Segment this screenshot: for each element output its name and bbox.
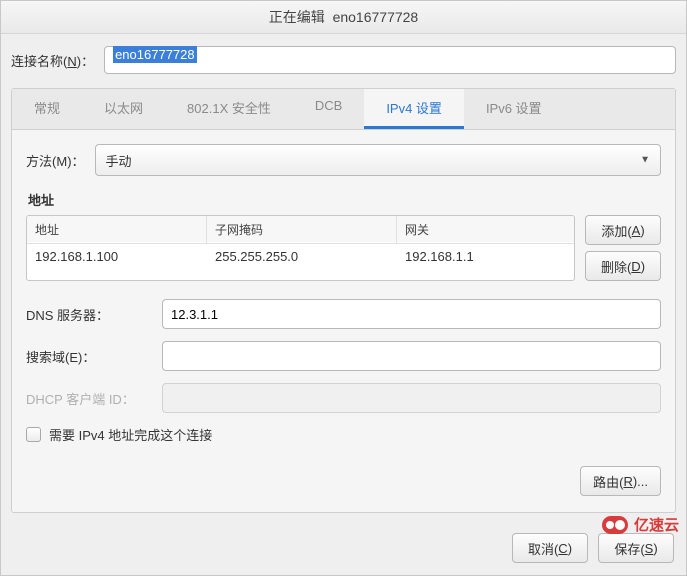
cancel-button[interactable]: 取消(C) [512, 533, 588, 563]
watermark-logo-icon [602, 516, 628, 534]
col-netmask: 子网掩码 [207, 216, 397, 244]
tab-general[interactable]: 常规 [12, 89, 82, 129]
connection-name-label: 连接名称(N)： [11, 51, 94, 70]
connection-name-value: eno16777728 [113, 46, 197, 63]
routes-row: 路由(R)... [26, 466, 661, 496]
addresses-title: 地址 [28, 190, 661, 209]
dns-input[interactable] [162, 299, 661, 329]
col-address: 地址 [27, 216, 207, 244]
watermark: 亿速云 [602, 514, 679, 535]
tab-8021x[interactable]: 802.1X 安全性 [165, 89, 293, 129]
routes-button[interactable]: 路由(R)... [580, 466, 661, 496]
cell-gateway: 192.168.1.1 [397, 242, 574, 271]
addresses-buttons: 添加(A) 删除(D) [585, 215, 661, 281]
require-ipv4-checkbox[interactable] [26, 427, 41, 442]
require-ipv4-label: 需要 IPv4 地址完成这个连接 [49, 425, 212, 444]
editor-window: 正在编辑 eno16777728 连接名称(N)： eno16777728 常规… [0, 0, 687, 576]
addresses-area: 地址 子网掩码 网关 192.168.1.100 255.255.255.0 1… [26, 215, 661, 281]
form-rows: DNS 服务器： 搜索域(E)： DHCP 客户端 ID： [26, 299, 661, 413]
dialog-footer: 取消(C) 保存(S) [1, 523, 686, 575]
tab-bar: 常规 以太网 802.1X 安全性 DCB IPv4 设置 IPv6 设置 [12, 89, 675, 130]
method-select[interactable]: 手动 ▼ [95, 144, 661, 176]
cell-netmask: 255.255.255.0 [207, 242, 397, 271]
window-title: 正在编辑 eno16777728 [1, 1, 686, 34]
search-input[interactable] [162, 341, 661, 371]
dns-label: DNS 服务器： [26, 305, 162, 324]
method-label: 方法(M)： [26, 151, 85, 170]
tab-ipv4[interactable]: IPv4 设置 [364, 89, 464, 129]
tab-dcb[interactable]: DCB [293, 89, 364, 129]
watermark-text: 亿速云 [634, 514, 679, 535]
settings-panel: 常规 以太网 802.1X 安全性 DCB IPv4 设置 IPv6 设置 方法… [11, 88, 676, 513]
addresses-table[interactable]: 地址 子网掩码 网关 192.168.1.100 255.255.255.0 1… [26, 215, 575, 281]
add-button[interactable]: 添加(A) [585, 215, 661, 245]
title-name: eno16777728 [333, 9, 419, 25]
require-ipv4-row: 需要 IPv4 地址完成这个连接 [26, 425, 661, 444]
addresses-header: 地址 子网掩码 网关 [27, 216, 574, 242]
cell-address: 192.168.1.100 [27, 242, 207, 271]
method-value: 手动 [106, 151, 132, 170]
table-row[interactable]: 192.168.1.100 255.255.255.0 192.168.1.1 [27, 242, 574, 271]
tab-ipv6[interactable]: IPv6 设置 [464, 89, 564, 129]
connection-name-input[interactable]: eno16777728 [104, 46, 676, 74]
delete-button[interactable]: 删除(D) [585, 251, 661, 281]
search-label: 搜索域(E)： [26, 347, 162, 366]
dhcp-client-id-label: DHCP 客户端 ID： [26, 389, 162, 408]
caret-down-icon: ▼ [640, 155, 650, 166]
method-row: 方法(M)： 手动 ▼ [26, 144, 661, 176]
save-button[interactable]: 保存(S) [598, 533, 674, 563]
dhcp-client-id-input [162, 383, 661, 413]
col-gateway: 网关 [397, 216, 574, 244]
tab-body: 方法(M)： 手动 ▼ 地址 地址 子网掩码 网关 192.168.1.100 [12, 130, 675, 512]
title-prefix: 正在编辑 [269, 9, 325, 25]
tab-ethernet[interactable]: 以太网 [82, 89, 165, 129]
connection-name-row: 连接名称(N)： eno16777728 [1, 34, 686, 88]
